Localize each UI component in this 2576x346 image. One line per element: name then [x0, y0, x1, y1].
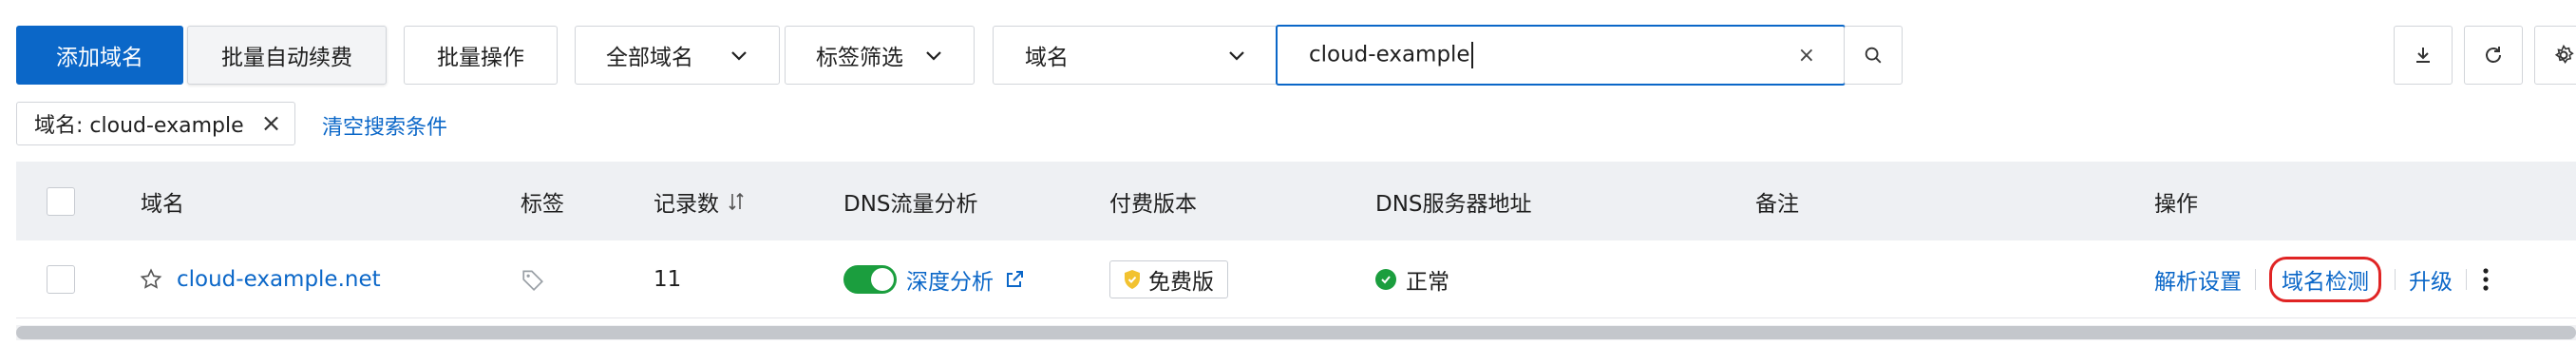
all-domains-dropdown[interactable]: 全部域名	[575, 26, 780, 85]
settings-button[interactable]	[2534, 26, 2576, 85]
records-count: 11	[653, 267, 682, 292]
batch-operations-button[interactable]: 批量操作	[404, 26, 558, 85]
add-domain-button[interactable]: 添加域名	[16, 26, 183, 85]
domain-name-link[interactable]: cloud-example.net	[177, 267, 381, 292]
header-dns-server: DNS服务器地址	[1375, 191, 1532, 217]
download-icon	[2416, 48, 2430, 63]
active-filter-chip: 域名: cloud-example ×	[16, 102, 296, 145]
header-records-label: 记录数	[653, 191, 719, 217]
header-remark: 备注	[1755, 191, 1799, 217]
dns-settings-link[interactable]: 解析设置	[2154, 263, 2242, 296]
row-checkbox[interactable]	[47, 265, 75, 294]
refresh-button[interactable]	[2464, 26, 2523, 85]
deep-analysis-link[interactable]: 深度分析	[906, 263, 994, 296]
search-field-label: 域名	[1025, 46, 1069, 70]
chevron-down-icon	[731, 51, 747, 61]
header-actions: 操作	[2154, 191, 2198, 217]
tag-filter-dropdown[interactable]: 标签筛选	[785, 26, 975, 85]
edition-label: 免费版	[1148, 270, 1214, 295]
filter-chip-label: 域名: cloud-example	[34, 114, 244, 138]
clear-search-conditions-link[interactable]: 清空搜索条件	[322, 110, 447, 141]
download-button[interactable]	[2394, 26, 2453, 85]
action-divider	[2255, 269, 2256, 290]
header-dns-traffic: DNS流量分析	[843, 191, 978, 217]
clear-search-icon[interactable]: ×	[1798, 44, 1815, 67]
text-caret	[1470, 42, 1473, 68]
dns-traffic-toggle[interactable]	[843, 265, 897, 294]
tag-filter-label: 标签筛选	[816, 46, 903, 70]
upgrade-link[interactable]: 升级	[2409, 263, 2453, 296]
edition-badge: 免费版	[1109, 260, 1228, 298]
shield-icon	[1125, 270, 1140, 289]
check-circle-icon	[1375, 269, 1396, 290]
settings-icon	[2554, 44, 2574, 64]
action-divider	[2395, 269, 2396, 290]
search-input-value: cloud-example	[1309, 42, 1470, 67]
table-header: 域名 标签 记录数 DNS流量分析 付费版本 DNS服务器地址 备注 操作	[16, 162, 2576, 240]
header-records[interactable]: 记录数	[653, 162, 746, 240]
sort-icon	[729, 192, 744, 210]
all-domains-label: 全部域名	[606, 46, 693, 70]
horizontal-scrollbar-thumb[interactable]	[16, 326, 2576, 339]
header-domain: 域名	[141, 191, 184, 217]
external-link-icon[interactable]	[1003, 268, 1026, 291]
action-divider	[2466, 269, 2467, 290]
search-icon	[1865, 47, 1882, 64]
refresh-icon	[2486, 47, 2501, 63]
domain-check-link[interactable]: 域名检测	[2269, 257, 2381, 302]
header-edition: 付费版本	[1109, 191, 1197, 217]
remove-filter-icon[interactable]: ×	[261, 109, 282, 138]
dns-status: 正常	[1406, 270, 1449, 295]
tag-icon[interactable]	[521, 267, 545, 292]
chevron-down-icon	[1229, 51, 1244, 61]
table-row: cloud-example.net 11 深度分析 免费版 正常 解析设置 域名…	[16, 240, 2576, 318]
chevron-down-icon	[926, 51, 941, 61]
search-field-select[interactable]: 域名	[993, 26, 1278, 85]
batch-auto-renew-button[interactable]: 批量自动续费	[187, 26, 387, 85]
select-all-checkbox[interactable]	[47, 186, 75, 216]
search-input[interactable]: cloud-example ×	[1276, 25, 1846, 86]
star-icon[interactable]	[139, 267, 163, 292]
search-button[interactable]	[1844, 26, 1903, 85]
more-vertical-icon[interactable]	[2480, 266, 2491, 293]
header-tags: 标签	[521, 191, 564, 217]
